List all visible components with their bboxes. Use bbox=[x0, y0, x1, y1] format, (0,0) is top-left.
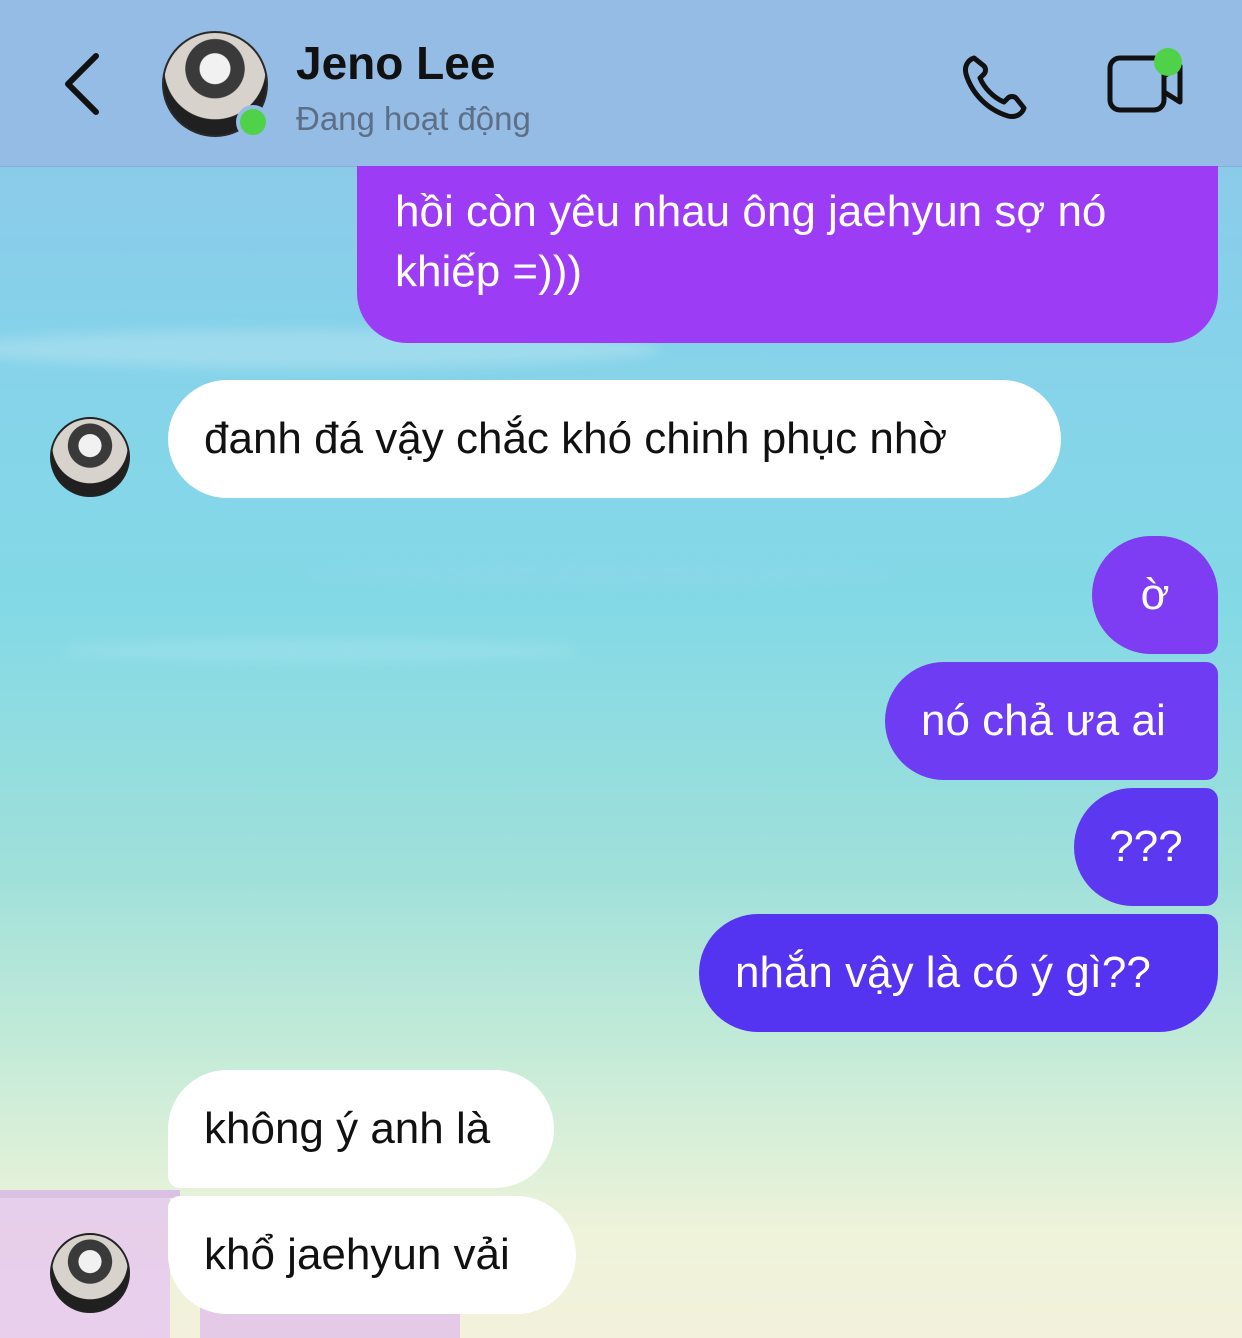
voice-call-button[interactable] bbox=[960, 50, 1032, 122]
online-indicator bbox=[236, 105, 270, 139]
message-text: khổ jaehyun vải bbox=[204, 1230, 510, 1279]
phone-icon bbox=[963, 55, 1027, 119]
contact-avatar-button[interactable] bbox=[162, 31, 270, 139]
message-bubble-sent[interactable]: ờ bbox=[1092, 536, 1218, 654]
avatar[interactable] bbox=[50, 1233, 130, 1313]
contact-name[interactable]: Jeno Lee bbox=[296, 36, 495, 90]
message-text: không ý anh là bbox=[204, 1104, 491, 1153]
message-bubble-received[interactable]: khổ jaehyun vải bbox=[168, 1196, 576, 1314]
message-text: ờ bbox=[1140, 570, 1170, 619]
back-button[interactable] bbox=[58, 48, 108, 120]
message-bubble-sent[interactable]: hồi còn yêu nhau ông jaehyun sợ nó khiếp… bbox=[357, 166, 1218, 343]
message-text: nhắn vậy là có ý gì?? bbox=[735, 948, 1151, 997]
contact-status: Đang hoạt động bbox=[296, 100, 531, 137]
background-cloud bbox=[60, 640, 580, 662]
chat-header: Jeno Lee Đang hoạt động bbox=[0, 0, 1242, 167]
message-text: ??? bbox=[1109, 822, 1183, 871]
message-bubble-received[interactable]: đanh đá vậy chắc khó chinh phục nhờ bbox=[168, 380, 1061, 498]
message-bubble-sent[interactable]: nhắn vậy là có ý gì?? bbox=[699, 914, 1218, 1032]
video-active-indicator bbox=[1154, 48, 1182, 76]
message-bubble-sent[interactable]: nó chả ưa ai bbox=[885, 662, 1218, 780]
message-bubble-sent[interactable]: ??? bbox=[1074, 788, 1218, 906]
message-bubble-received[interactable]: không ý anh là bbox=[168, 1070, 554, 1188]
message-text: nó chả ưa ai bbox=[921, 696, 1166, 745]
message-text: đanh đá vậy chắc khó chinh phục nhờ bbox=[204, 414, 948, 463]
avatar[interactable] bbox=[50, 417, 130, 497]
background-cloud bbox=[300, 560, 900, 590]
chevron-left-icon bbox=[65, 53, 99, 115]
message-text: hồi còn yêu nhau ông jaehyun sợ nó khiếp… bbox=[395, 187, 1107, 296]
